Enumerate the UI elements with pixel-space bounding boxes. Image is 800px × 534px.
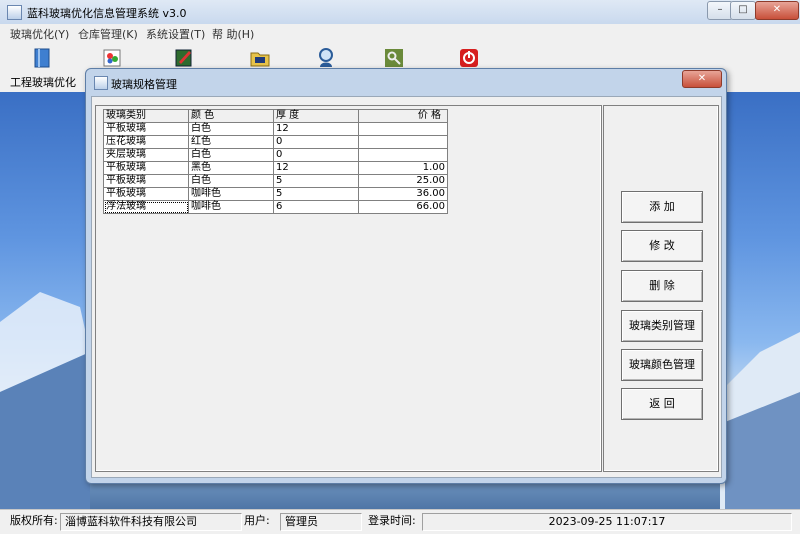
- toolbar-label-project-optimize: 工程玻璃优化: [10, 76, 76, 89]
- cell-price[interactable]: 66.00: [358, 200, 448, 214]
- cell-category[interactable]: 平板玻璃: [103, 122, 189, 136]
- menu-glass-optimize[interactable]: 玻璃优化(Y): [10, 26, 69, 42]
- cell-color[interactable]: 咖啡色: [188, 187, 274, 201]
- close-button[interactable]: ✕: [755, 1, 799, 20]
- cell-color[interactable]: 白色: [188, 122, 274, 136]
- user-label: 用户:: [244, 514, 270, 527]
- glass-spec-dialog: 玻璃规格管理 ✕ 玻璃类别 颜 色 厚 度 价 格 平板玻璃 白色 12 压花玻…: [85, 68, 727, 484]
- cell-category[interactable]: 平板玻璃: [103, 187, 189, 201]
- menu-settings[interactable]: 系统设置(T): [146, 26, 205, 42]
- cell-category[interactable]: 浮法玻璃: [103, 200, 189, 214]
- column-header-category[interactable]: 玻璃类别: [103, 109, 189, 123]
- cell-price[interactable]: 36.00: [358, 187, 448, 201]
- copyright-label: 版权所有:: [10, 514, 58, 527]
- cell-thickness[interactable]: 5: [273, 174, 359, 188]
- cell-color[interactable]: 白色: [188, 174, 274, 188]
- table-row[interactable]: 浮法玻璃 咖啡色 6 66.00: [103, 200, 448, 214]
- app-icon: [7, 5, 22, 20]
- cell-price[interactable]: [358, 135, 448, 149]
- add-button[interactable]: 添 加: [621, 191, 703, 223]
- user-value: 管理员: [280, 513, 362, 531]
- column-header-thickness[interactable]: 厚 度: [273, 109, 359, 123]
- edit-button[interactable]: 修 改: [621, 230, 703, 262]
- status-bar: 版权所有: 淄博蓝科软件科技有限公司 用户: 管理员 登录时间: 2023-09…: [0, 509, 800, 534]
- cell-category[interactable]: 压花玻璃: [103, 135, 189, 149]
- toolbar-project-optimize[interactable]: 工程玻璃优化: [10, 46, 76, 90]
- category-manage-button[interactable]: 玻璃类别管理: [621, 310, 703, 342]
- cell-category[interactable]: 平板玻璃: [103, 161, 189, 175]
- cell-thickness[interactable]: 0: [273, 148, 359, 162]
- cell-category[interactable]: 平板玻璃: [103, 174, 189, 188]
- cell-thickness[interactable]: 12: [273, 122, 359, 136]
- cell-thickness[interactable]: 5: [273, 187, 359, 201]
- copyright-value: 淄博蓝科软件科技有限公司: [60, 513, 242, 531]
- power-icon: [460, 49, 478, 67]
- cell-color[interactable]: 咖啡色: [188, 200, 274, 214]
- color-manage-button[interactable]: 玻璃颜色管理: [621, 349, 703, 381]
- spec-table[interactable]: 玻璃类别 颜 色 厚 度 价 格 平板玻璃 白色 12 压花玻璃 红色 0 夹层…: [103, 109, 448, 214]
- cell-color[interactable]: 红色: [188, 135, 274, 149]
- menu-bar: 玻璃优化(Y) 仓库管理(K) 系统设置(T) 帮 助(H): [0, 24, 800, 42]
- action-button-panel: 添 加 修 改 删 除 玻璃类别管理 玻璃颜色管理 返 回: [603, 105, 719, 472]
- folder-icon: [250, 52, 270, 67]
- table-header-row: 玻璃类别 颜 色 厚 度 价 格: [103, 109, 448, 123]
- column-header-price[interactable]: 价 格: [358, 109, 448, 123]
- menu-warehouse[interactable]: 仓库管理(K): [78, 26, 138, 42]
- table-row[interactable]: 压花玻璃 红色 0: [103, 135, 448, 149]
- table-row[interactable]: 平板玻璃 白色 5 25.00: [103, 174, 448, 188]
- key-icon: [385, 49, 403, 67]
- spec-table-panel: 玻璃类别 颜 色 厚 度 价 格 平板玻璃 白色 12 压花玻璃 红色 0 夹层…: [95, 105, 602, 472]
- search-user-icon: [319, 48, 333, 67]
- menu-help[interactable]: 帮 助(H): [212, 26, 254, 42]
- table-row[interactable]: 夹层玻璃 白色 0: [103, 148, 448, 162]
- dialog-icon: [94, 76, 108, 90]
- cell-thickness[interactable]: 0: [273, 135, 359, 149]
- dialog-title-bar: 玻璃规格管理 ✕: [86, 69, 726, 95]
- dialog-body: 玻璃类别 颜 色 厚 度 价 格 平板玻璃 白色 12 压花玻璃 红色 0 夹层…: [91, 96, 722, 478]
- window-title: 蓝科玻璃优化信息管理系统 v3.0: [27, 7, 187, 20]
- dialog-title: 玻璃规格管理: [111, 78, 177, 91]
- edit-icon: [175, 49, 192, 67]
- paint-icon: [103, 49, 121, 67]
- cell-price[interactable]: [358, 122, 448, 136]
- table-row[interactable]: 平板玻璃 白色 12: [103, 122, 448, 136]
- table-row[interactable]: 平板玻璃 黑色 12 1.00: [103, 161, 448, 175]
- book-icon: [34, 48, 50, 68]
- cell-price[interactable]: 1.00: [358, 161, 448, 175]
- cell-thickness[interactable]: 12: [273, 161, 359, 175]
- cell-color[interactable]: 黑色: [188, 161, 274, 175]
- cell-thickness[interactable]: 6: [273, 200, 359, 214]
- back-button[interactable]: 返 回: [621, 388, 703, 420]
- table-row[interactable]: 平板玻璃 咖啡色 5 36.00: [103, 187, 448, 201]
- login-time-value: 2023-09-25 11:07:17: [422, 513, 792, 531]
- delete-button[interactable]: 删 除: [621, 270, 703, 302]
- maximize-button[interactable]: □: [730, 1, 756, 20]
- main-title-bar: 蓝科玻璃优化信息管理系统 v3.0 – □ ✕: [0, 0, 800, 25]
- dialog-close-button[interactable]: ✕: [682, 70, 722, 88]
- cell-color[interactable]: 白色: [188, 148, 274, 162]
- column-header-color[interactable]: 颜 色: [188, 109, 274, 123]
- login-time-label: 登录时间:: [368, 514, 416, 527]
- cell-price[interactable]: [358, 148, 448, 162]
- cell-category[interactable]: 夹层玻璃: [103, 148, 189, 162]
- cell-price[interactable]: 25.00: [358, 174, 448, 188]
